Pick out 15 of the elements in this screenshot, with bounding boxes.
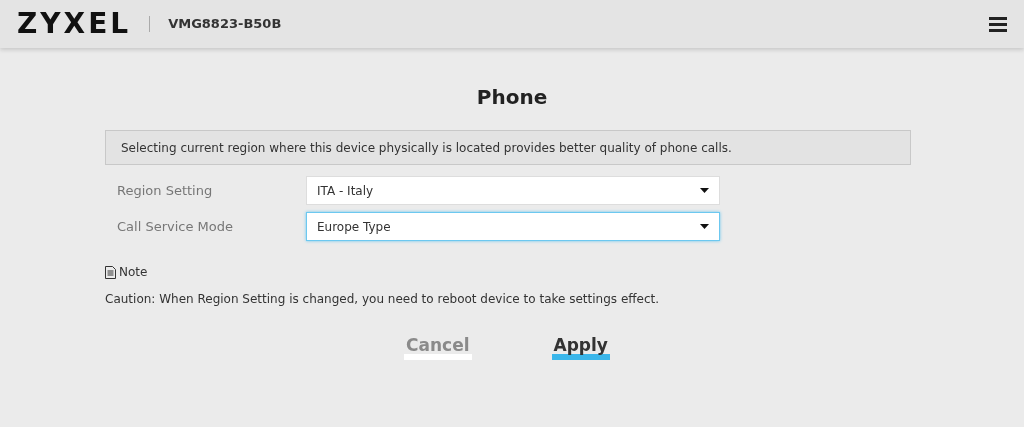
page-title: Phone: [476, 84, 548, 111]
field-label: Region Setting: [116, 181, 214, 200]
dropdown-field[interactable]: ITA - Italy: [306, 176, 720, 205]
menu-icon[interactable]: [989, 16, 1007, 32]
info-banner: Selecting current region where this device physically is located provides better quality of phone calls.: [105, 130, 911, 165]
brand-logo: ZYXEL: [17, 10, 132, 38]
dropdown-field[interactable]: Europe Type: [306, 212, 720, 241]
caret-icon: [700, 224, 709, 229]
field-label: Call Service Mode: [116, 217, 234, 236]
caret-icon: [700, 188, 709, 193]
document-icon: [105, 265, 116, 279]
note-title: Note: [119, 264, 148, 281]
model-name: VMG8823-B50B: [168, 15, 282, 34]
apply-button[interactable]: Apply: [551, 336, 610, 360]
caution-text: Caution: When Region Setting is changed, you need to reboot device to take settings effect.: [105, 291, 661, 308]
